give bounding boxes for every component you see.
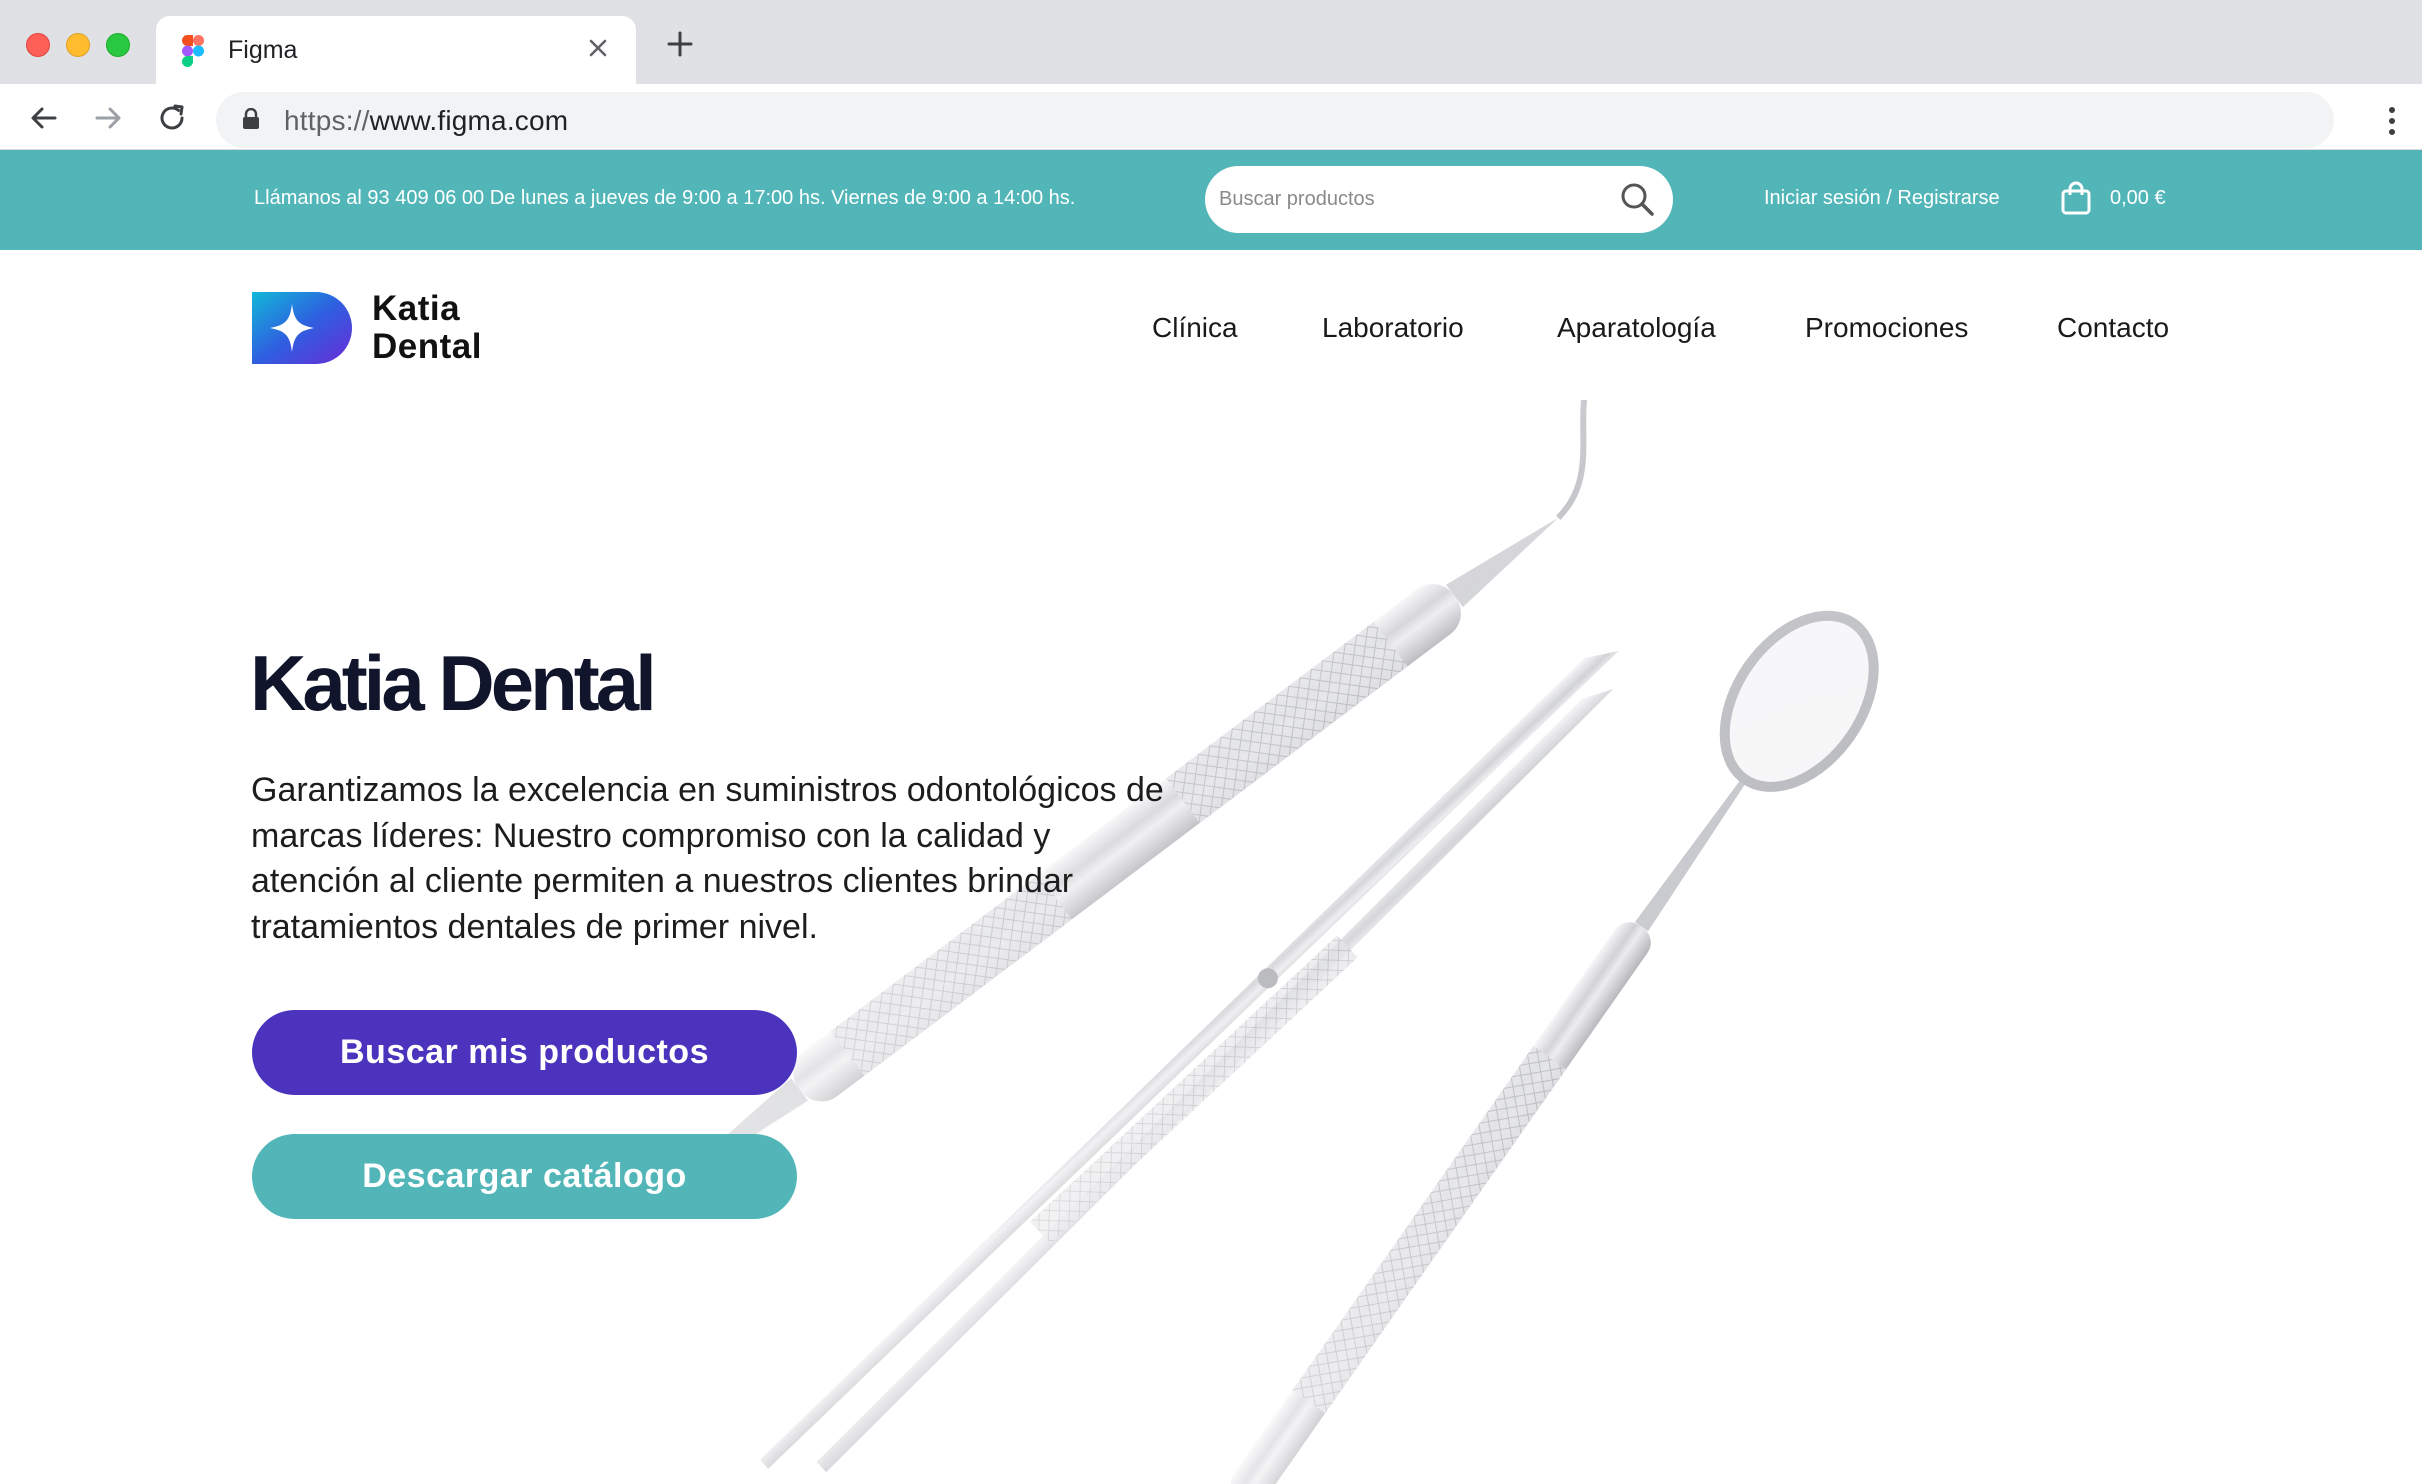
window-minimize-button[interactable] [66, 33, 90, 57]
back-arrow-icon[interactable] [28, 102, 60, 134]
login-register-link[interactable]: Iniciar sesión / Registrarse [1764, 187, 2000, 210]
forward-arrow-icon[interactable] [92, 102, 124, 134]
product-search-box [1205, 166, 1673, 233]
close-icon[interactable] [582, 32, 614, 64]
hero-description: Garantizamos la excelencia en suministro… [251, 771, 1164, 946]
lock-icon [243, 108, 259, 129]
nav-laboratorio[interactable]: Laboratorio [1322, 312, 1464, 344]
search-products-button[interactable]: Buscar mis productos [252, 1010, 797, 1095]
download-catalog-button[interactable]: Descargar catálogo [252, 1134, 797, 1219]
window-close-button[interactable] [26, 33, 50, 57]
address-bar[interactable]: https://www.figma.com [216, 92, 2334, 148]
plus-icon[interactable] [664, 28, 696, 60]
reload-icon[interactable] [156, 102, 188, 134]
kebab-menu-icon[interactable] [2388, 106, 2396, 136]
url-text: https://www.figma.com [284, 105, 569, 136]
nav-aparatologia[interactable]: Aparatología [1557, 312, 1716, 344]
site-header: Katia Dental Clínica Laboratorio Aparato… [0, 250, 2422, 400]
nav-contacto[interactable]: Contacto [2057, 312, 2169, 344]
logo-star-icon[interactable] [252, 292, 352, 364]
contact-hours-text: Llámanos al 93 409 06 00 De lunes a juev… [254, 187, 1076, 209]
top-info-bar: Llámanos al 93 409 06 00 De lunes a juev… [0, 150, 2422, 250]
tab-title: Figma [228, 36, 298, 64]
browser-tab-bar: Figma [0, 0, 2422, 84]
web-page: Llámanos al 93 409 06 00 De lunes a juev… [0, 150, 2422, 1484]
logo-text[interactable]: Katia Dental [372, 290, 482, 366]
search-icon[interactable] [1619, 181, 1655, 217]
figma-icon [182, 35, 204, 67]
nav-clinica[interactable]: Clínica [1152, 312, 1238, 344]
shopping-bag-icon[interactable] [2061, 181, 2091, 215]
search-input[interactable] [1219, 176, 1599, 222]
cart-total[interactable]: 0,00 € [2110, 187, 2166, 210]
window-maximize-button[interactable] [106, 33, 130, 57]
browser-toolbar: https://www.figma.com [0, 84, 2422, 150]
nav-promociones[interactable]: Promociones [1805, 312, 1968, 344]
browser-tab[interactable]: Figma [156, 16, 636, 84]
hero-title: Katia Dental [250, 639, 657, 727]
